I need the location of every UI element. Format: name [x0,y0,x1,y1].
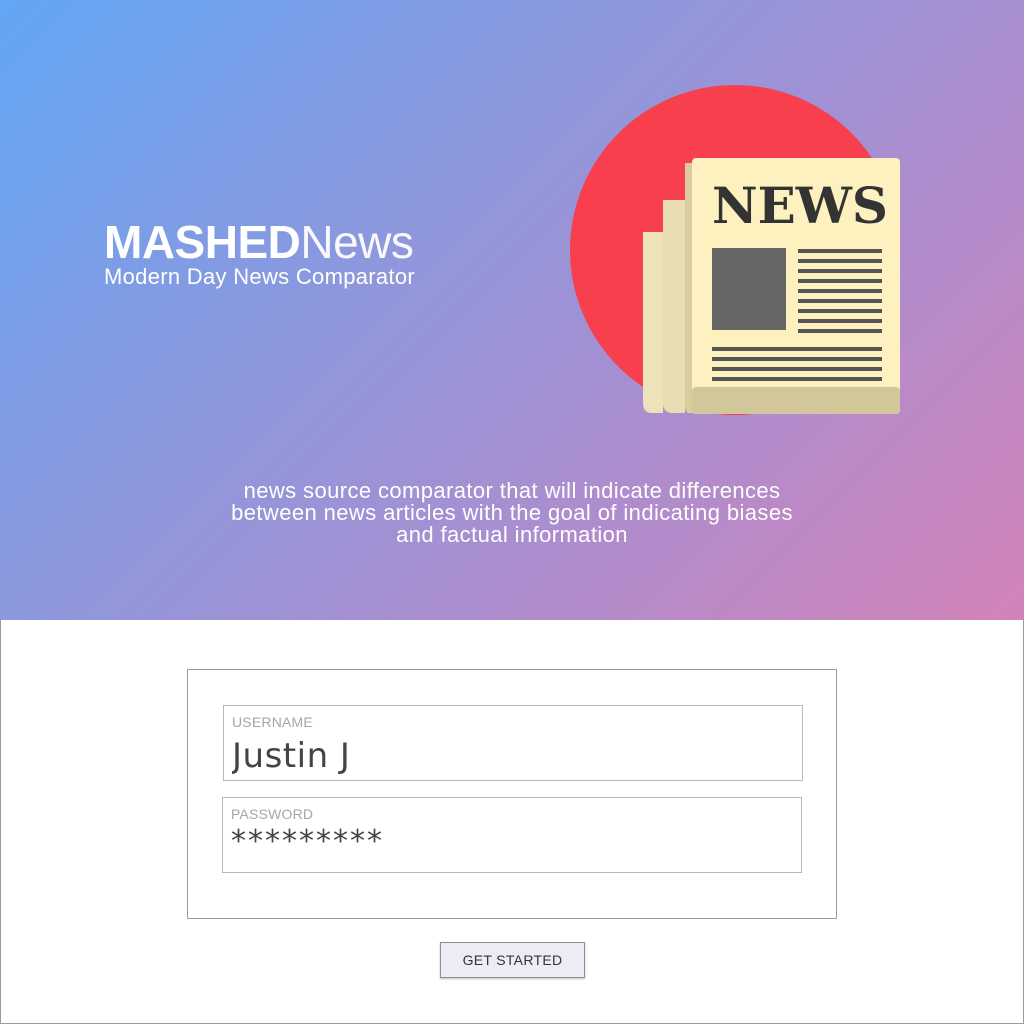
description-line-3: and factual information [396,522,628,547]
password-field[interactable]: PASSWORD [222,797,802,873]
username-label: USERNAME [232,714,313,730]
newspaper-back-page [643,232,663,413]
username-input[interactable] [232,736,792,776]
username-field[interactable]: USERNAME [223,705,803,781]
text-line [712,367,882,371]
newspaper-photo-block [712,248,786,330]
text-line [798,319,882,323]
brand-logo-light: News [300,216,414,268]
password-label: PASSWORD [231,806,314,822]
get-started-button[interactable]: GET STARTED [440,942,585,978]
newspaper-middle-page [663,200,685,413]
brand-logo: MASHEDNews [104,214,464,270]
text-line [712,347,882,351]
text-line [798,279,882,283]
newspaper-icon: NEWS [570,85,900,415]
description-line-1: news source comparator that will indicat… [243,478,781,503]
text-line [798,329,882,333]
newspaper-bottom-edge [692,387,900,414]
text-line [798,269,882,273]
brand-logo-strong: MASHED [104,216,301,268]
newspaper-headline: NEWS [712,176,888,235]
text-line [798,299,882,303]
text-line [798,259,882,263]
hero-banner: MASHEDNews Modern Day News Comparator NE… [0,0,1024,620]
text-line [712,357,882,361]
app-description: news source comparator that will indicat… [180,480,844,546]
text-line [798,289,882,293]
text-line [798,249,882,253]
description-line-2: between news articles with the goal of i… [231,500,793,525]
text-line [712,377,882,381]
login-form: USERNAME PASSWORD [187,669,837,919]
brand: MASHEDNews Modern Day News Comparator [104,214,464,290]
password-input[interactable] [231,824,791,859]
text-line [798,309,882,313]
